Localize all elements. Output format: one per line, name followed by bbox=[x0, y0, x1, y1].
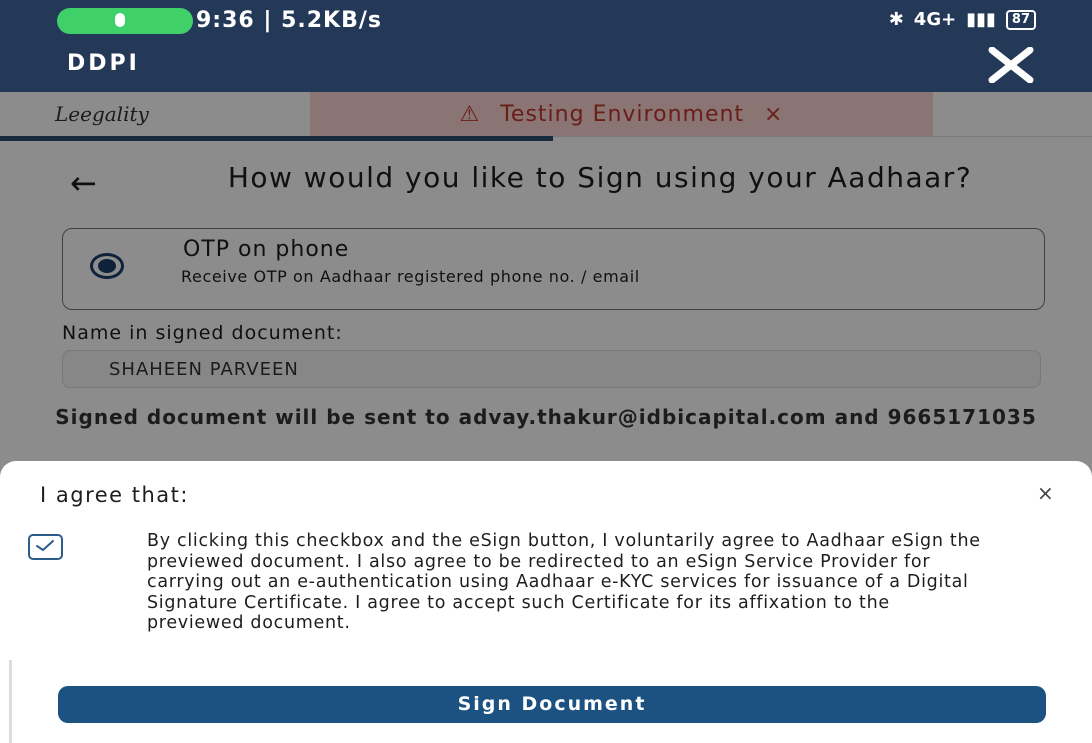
bluetooth-icon: ✱ bbox=[888, 9, 904, 30]
microphone-icon bbox=[115, 13, 125, 27]
signal-icon: ▮▮▮ bbox=[966, 9, 996, 30]
sign-document-button[interactable]: Sign Document bbox=[58, 686, 1046, 723]
app-bar: DDPI bbox=[0, 38, 1092, 92]
check-icon bbox=[36, 540, 54, 552]
app-title: DDPI bbox=[67, 51, 140, 76]
sheet-title: I agree that: bbox=[40, 483, 189, 507]
close-icon[interactable] bbox=[986, 46, 1036, 84]
network-label: 4G+ bbox=[913, 9, 957, 30]
sheet-close-icon[interactable]: × bbox=[1037, 481, 1054, 505]
status-bar: 9:36 | 5.2KB/s ✱ 4G+ ▮▮▮ 87 bbox=[0, 0, 1092, 38]
screen-edge-line bbox=[9, 660, 12, 743]
agreement-sheet: I agree that: × By clicking this checkbo… bbox=[0, 461, 1092, 743]
agreement-text: By clicking this checkbox and the eSign … bbox=[147, 531, 981, 633]
status-icons: ✱ 4G+ ▮▮▮ 87 bbox=[889, 9, 1036, 30]
ongoing-call-pill[interactable] bbox=[57, 8, 193, 34]
battery-level: 87 bbox=[1005, 9, 1036, 30]
agree-checkbox[interactable] bbox=[28, 534, 63, 560]
status-time-speed: 9:36 | 5.2KB/s bbox=[196, 8, 382, 33]
